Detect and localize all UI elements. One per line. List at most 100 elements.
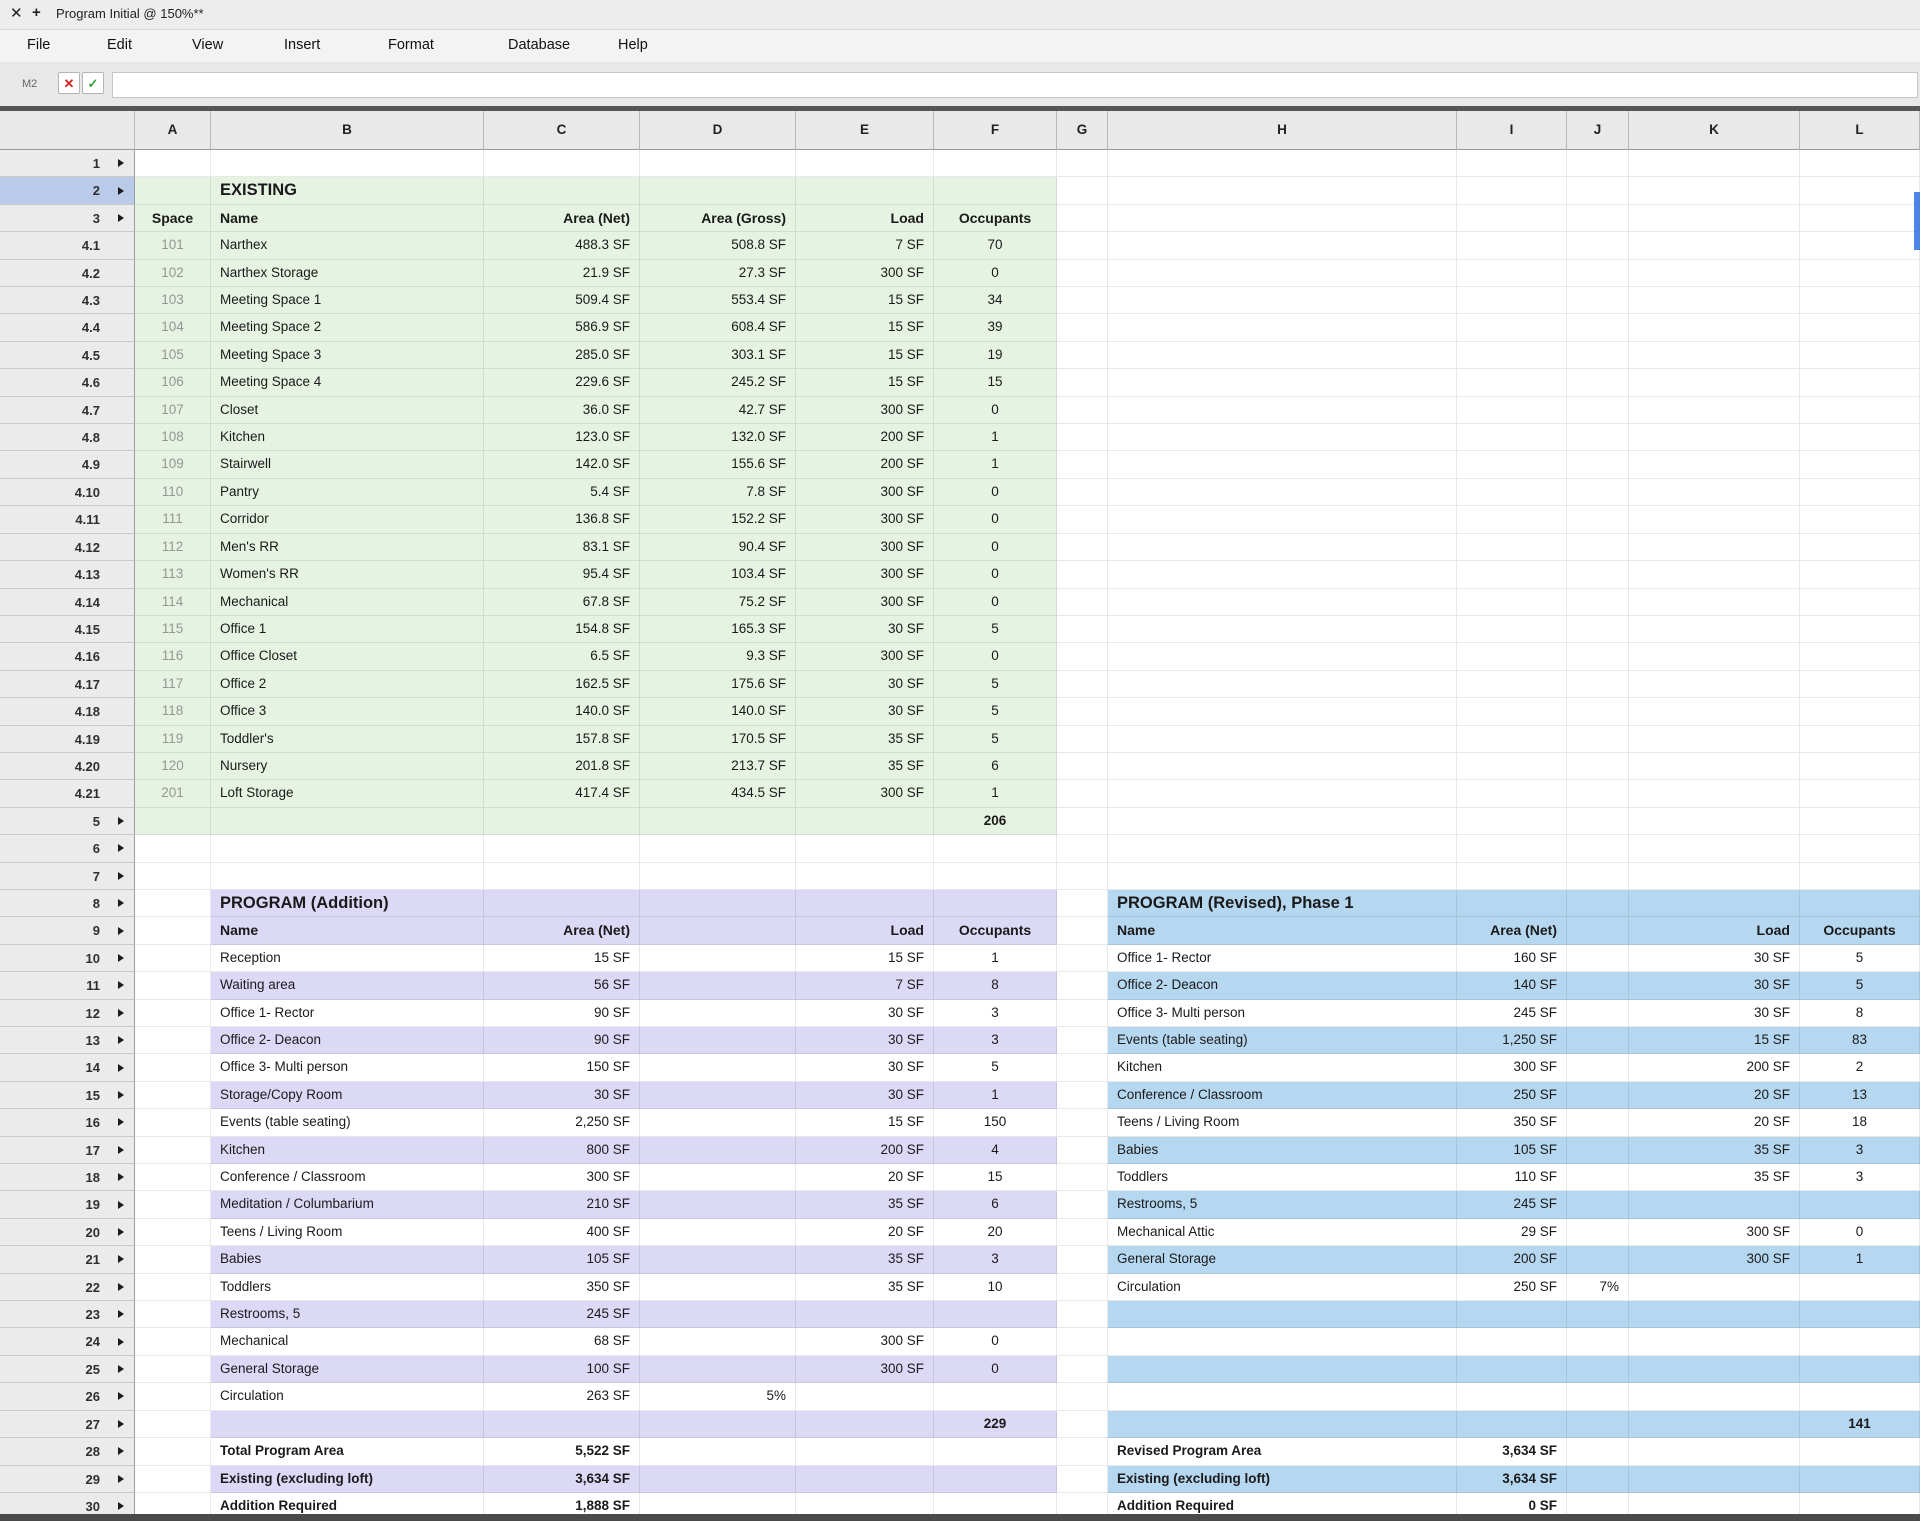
cell-E29[interactable] [796,1466,934,1493]
cell-D4.20[interactable]: 213.7 SF [640,753,796,780]
cell-C4.15[interactable]: 154.8 SF [484,616,640,643]
cell-F13[interactable]: 3 [934,1027,1057,1054]
cell-J4.10[interactable] [1567,479,1629,506]
cell-J16[interactable] [1567,1109,1629,1136]
cell-H4.14[interactable] [1108,589,1457,616]
cell-E4.12[interactable]: 300 SF [796,534,934,561]
cell-K6[interactable] [1629,835,1800,862]
cell-G25[interactable] [1057,1356,1108,1383]
cell-B29[interactable]: Existing (excluding loft) [211,1466,484,1493]
cell-G4.7[interactable] [1057,397,1108,424]
cell-H25[interactable] [1108,1356,1457,1383]
cell-J7[interactable] [1567,863,1629,890]
cell-F18[interactable]: 15 [934,1164,1057,1191]
row-disclosure-icon[interactable] [118,1310,124,1318]
row-header-4.8[interactable]: 4.8 [0,424,135,451]
cell-I4.6[interactable] [1457,369,1567,396]
cell-K16[interactable]: 20 SF [1629,1109,1800,1136]
cell-J29[interactable] [1567,1466,1629,1493]
cell-D2[interactable] [640,177,796,204]
cell-I22[interactable]: 250 SF [1457,1274,1567,1301]
cell-L26[interactable] [1800,1383,1920,1410]
cell-H15[interactable]: Conference / Classroom [1108,1082,1457,1109]
cell-A6[interactable] [135,835,211,862]
cell-D9[interactable] [640,917,796,944]
cell-C4.9[interactable]: 142.0 SF [484,451,640,478]
cell-E7[interactable] [796,863,934,890]
cell-J28[interactable] [1567,1438,1629,1465]
row-header-3[interactable]: 3 [0,205,135,232]
cell-C4.12[interactable]: 83.1 SF [484,534,640,561]
cell-D6[interactable] [640,835,796,862]
cell-A4.6[interactable]: 106 [135,369,211,396]
cell-K4.9[interactable] [1629,451,1800,478]
cell-I8[interactable] [1457,890,1567,917]
cell-C27[interactable] [484,1411,640,1438]
row-header-4.5[interactable]: 4.5 [0,342,135,369]
cell-F22[interactable]: 10 [934,1274,1057,1301]
cell-H4.16[interactable] [1108,643,1457,670]
cell-K4.17[interactable] [1629,671,1800,698]
cell-L21[interactable]: 1 [1800,1246,1920,1273]
cell-B14[interactable]: Office 3- Multi person [211,1054,484,1081]
cell-G17[interactable] [1057,1137,1108,1164]
cell-C4.4[interactable]: 586.9 SF [484,314,640,341]
cell-B4.18[interactable]: Office 3 [211,698,484,725]
cell-C11[interactable]: 56 SF [484,972,640,999]
cell-K17[interactable]: 35 SF [1629,1137,1800,1164]
cell-E4.7[interactable]: 300 SF [796,397,934,424]
cell-I23[interactable] [1457,1301,1567,1328]
cell-L4.14[interactable] [1800,589,1920,616]
cell-L19[interactable] [1800,1191,1920,1218]
cell-C10[interactable]: 15 SF [484,945,640,972]
cell-D4.9[interactable]: 155.6 SF [640,451,796,478]
cell-G20[interactable] [1057,1219,1108,1246]
cell-K4.8[interactable] [1629,424,1800,451]
cell-L4.12[interactable] [1800,534,1920,561]
cell-J6[interactable] [1567,835,1629,862]
cell-A4.14[interactable]: 114 [135,589,211,616]
cell-D4.10[interactable]: 7.8 SF [640,479,796,506]
row-header-6[interactable]: 6 [0,835,135,862]
cell-J4.5[interactable] [1567,342,1629,369]
cell-B19[interactable]: Meditation / Columbarium [211,1191,484,1218]
cell-H26[interactable] [1108,1383,1457,1410]
cell-A15[interactable] [135,1082,211,1109]
cell-C19[interactable]: 210 SF [484,1191,640,1218]
row-disclosure-icon[interactable] [118,1365,124,1373]
cell-I4.14[interactable] [1457,589,1567,616]
cell-H19[interactable]: Restrooms, 5 [1108,1191,1457,1218]
cell-F4.20[interactable]: 6 [934,753,1057,780]
cell-A27[interactable] [135,1411,211,1438]
cell-F4.7[interactable]: 0 [934,397,1057,424]
column-header-B[interactable]: B [211,111,484,150]
cell-G4.14[interactable] [1057,589,1108,616]
column-header-E[interactable]: E [796,111,934,150]
cell-C4.11[interactable]: 136.8 SF [484,506,640,533]
cell-H29[interactable]: Existing (excluding loft) [1108,1466,1457,1493]
cell-J4.20[interactable] [1567,753,1629,780]
cell-I29[interactable]: 3,634 SF [1457,1466,1567,1493]
cell-G1[interactable] [1057,150,1108,177]
cell-B7[interactable] [211,863,484,890]
cell-J4.3[interactable] [1567,287,1629,314]
cell-J10[interactable] [1567,945,1629,972]
cell-D21[interactable] [640,1246,796,1273]
cell-A22[interactable] [135,1274,211,1301]
cell-E5[interactable] [796,808,934,835]
cell-H4.20[interactable] [1108,753,1457,780]
cell-I28[interactable]: 3,634 SF [1457,1438,1567,1465]
row-header-4.20[interactable]: 4.20 [0,753,135,780]
row-disclosure-icon[interactable] [118,214,124,222]
cell-E2[interactable] [796,177,934,204]
cell-G28[interactable] [1057,1438,1108,1465]
cell-E4.15[interactable]: 30 SF [796,616,934,643]
cell-K4.19[interactable] [1629,726,1800,753]
row-header-14[interactable]: 14 [0,1054,135,1081]
cell-L16[interactable]: 18 [1800,1109,1920,1136]
cell-D4.21[interactable]: 434.5 SF [640,780,796,807]
row-header-10[interactable]: 10 [0,945,135,972]
cell-K28[interactable] [1629,1438,1800,1465]
cell-B24[interactable]: Mechanical [211,1328,484,1355]
cell-G13[interactable] [1057,1027,1108,1054]
